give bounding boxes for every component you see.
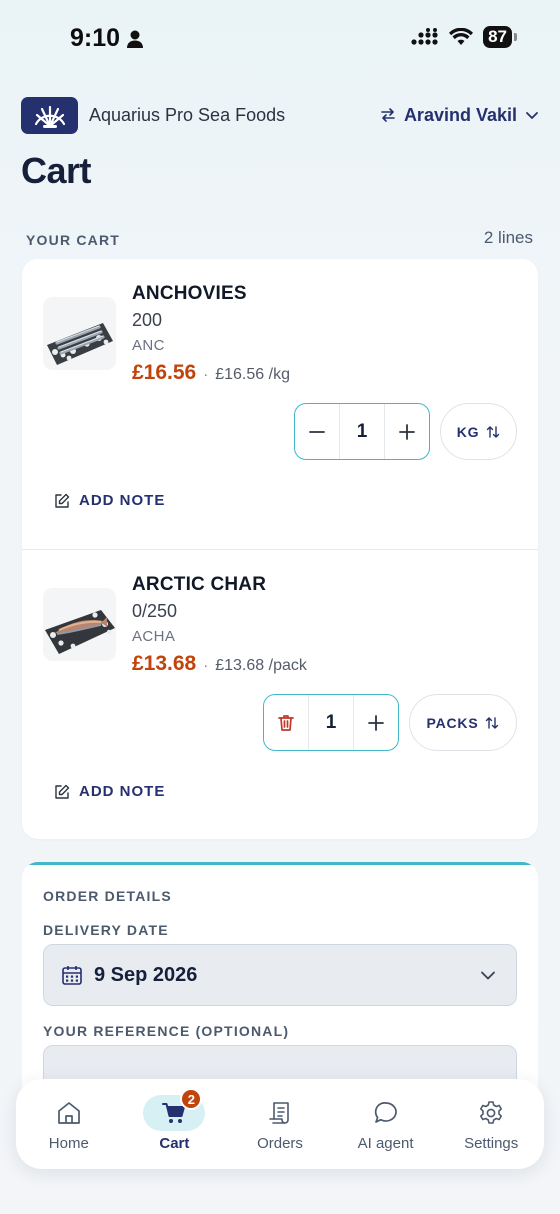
price-row: £13.68 · £13.68 /pack (132, 652, 307, 676)
unit-price: £13.68 /pack (215, 657, 307, 674)
minus-icon (309, 430, 325, 433)
product-size: 0/250 (132, 601, 178, 621)
increase-quantity-button[interactable] (354, 695, 398, 750)
sort-arrows-icon (487, 425, 500, 438)
unit-price: £16.56 /kg (215, 366, 290, 383)
account-switcher[interactable]: Aravind Vakil (380, 105, 539, 126)
nav-settings-icon-wrap (460, 1095, 522, 1131)
product-name: ARCTIC CHAR (132, 574, 267, 595)
line-price: £13.68 (132, 652, 197, 675)
nav-home-label: Home (48, 1135, 89, 1152)
nav-ai-agent-label: AI agent (357, 1135, 414, 1152)
add-note-label: ADD NOTE (79, 783, 166, 800)
unit-selector[interactable]: KG (440, 403, 517, 460)
delivery-date-select[interactable]: 9 Sep 2026 (43, 944, 517, 1006)
order-details-title: ORDER DETAILS (43, 888, 172, 904)
unit-label: KG (456, 423, 480, 440)
quantity-value[interactable]: 1 (339, 404, 385, 459)
account-name: Aravind Vakil (403, 104, 517, 125)
add-note-label: ADD NOTE (79, 492, 166, 509)
nav-cart[interactable]: 2 Cart (122, 1079, 228, 1169)
product-thumbnail (43, 297, 116, 370)
status-bar: 9:10 87 (0, 0, 560, 76)
nav-ai-agent[interactable]: AI agent (333, 1079, 439, 1169)
gear-icon (480, 1101, 503, 1124)
nav-orders[interactable]: Orders (227, 1079, 333, 1169)
cart-count-badge: 2 (180, 1088, 203, 1110)
person-icon (127, 30, 144, 48)
product-size: 200 (132, 310, 163, 330)
add-note-button[interactable]: ADD NOTE (54, 492, 165, 509)
product-name: ANCHOVIES (132, 283, 247, 304)
nav-home[interactable]: Home (16, 1079, 122, 1169)
increase-quantity-button[interactable] (385, 404, 429, 459)
trash-icon (278, 714, 294, 731)
nav-home-icon-wrap (38, 1095, 100, 1131)
product-code: ANC (132, 337, 165, 354)
status-indicators: 87 (411, 26, 517, 48)
orders-icon (269, 1102, 289, 1124)
nav-cart-icon-wrap: 2 (143, 1088, 206, 1131)
cart-line: ANCHOVIES 200 ANC £16.56 · £16.56 /kg 1 … (22, 259, 538, 549)
decrease-quantity-button[interactable] (295, 404, 339, 459)
chevron-down-icon (526, 112, 538, 119)
product-thumbnail (43, 588, 116, 661)
wifi-icon (449, 28, 474, 45)
clock-text: 9:10 (70, 24, 121, 52)
add-note-button[interactable]: ADD NOTE (54, 783, 165, 800)
price-separator: · (203, 366, 209, 383)
nav-orders-icon-wrap (249, 1095, 311, 1131)
cart-line: ARCTIC CHAR 0/250 ACHA £13.68 · £13.68 /… (22, 549, 538, 839)
calendar-icon (62, 966, 82, 985)
nav-ai-agent-icon-wrap (355, 1095, 417, 1131)
cart-line-count: 2 lines (483, 228, 533, 247)
bottom-nav: Home 2 Cart Orders AI agent Settings (16, 1079, 544, 1169)
unit-label: PACKS (426, 714, 479, 731)
chat-icon (374, 1102, 397, 1123)
price-separator: · (203, 657, 209, 674)
chevron-down-icon (481, 971, 495, 980)
page-title: Cart (21, 150, 92, 191)
cart-section-label: YOUR CART (26, 232, 121, 248)
quantity-stepper: 1 (294, 403, 430, 460)
quantity-value[interactable]: 1 (308, 695, 354, 750)
battery-indicator: 87 (483, 26, 517, 48)
remove-item-button[interactable] (264, 695, 308, 750)
delivery-date-value: 9 Sep 2026 (94, 963, 198, 986)
nav-cart-label: Cart (159, 1135, 190, 1152)
home-icon (57, 1102, 80, 1124)
status-time: 9:10 (70, 24, 144, 53)
nav-settings[interactable]: Settings (438, 1079, 544, 1169)
app-header: Aquarius Pro Sea Foods Aravind Vakil (21, 96, 539, 134)
swap-icon (381, 108, 395, 122)
nav-settings-label: Settings (464, 1135, 519, 1152)
sort-arrows-icon (486, 716, 499, 729)
unit-selector[interactable]: PACKS (409, 694, 517, 751)
cellular-signal-icon (411, 28, 438, 45)
plus-icon (368, 714, 384, 731)
cart-card: ANCHOVIES 200 ANC £16.56 · £16.56 /kg 1 … (22, 259, 538, 839)
nav-orders-label: Orders (257, 1135, 303, 1152)
quantity-stepper: 1 (263, 694, 399, 751)
delivery-date-label: DELIVERY DATE (43, 922, 169, 938)
product-code: ACHA (132, 628, 176, 645)
line-price: £16.56 (132, 361, 197, 384)
edit-note-icon (55, 784, 70, 799)
reference-label: YOUR REFERENCE (OPTIONAL) (43, 1023, 290, 1039)
plus-icon (399, 423, 415, 440)
price-row: £16.56 · £16.56 /kg (132, 361, 290, 385)
shell-logo-icon (21, 96, 78, 134)
brand: Aquarius Pro Sea Foods (21, 96, 286, 134)
cart-section-header: YOUR CART 2 lines (26, 228, 533, 248)
brand-name: Aquarius Pro Sea Foods (89, 104, 286, 125)
edit-note-icon (55, 493, 70, 508)
